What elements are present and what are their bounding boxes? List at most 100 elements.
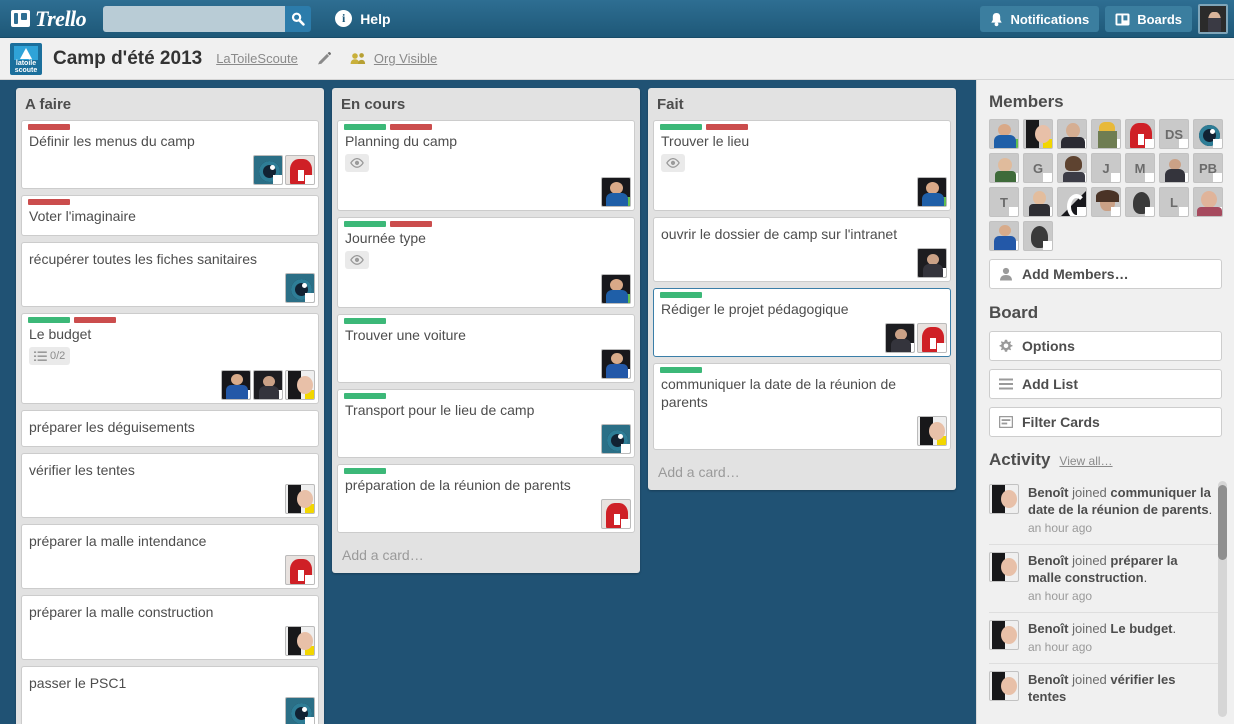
card[interactable]: Journée type <box>337 217 635 308</box>
card[interactable]: préparation de la réunion de parents <box>337 464 635 533</box>
card-label-red[interactable] <box>390 221 432 227</box>
member-avatar[interactable]: T <box>989 187 1019 217</box>
member-avatar[interactable] <box>1023 221 1053 251</box>
activity-avatar[interactable] <box>989 552 1019 582</box>
member-avatar[interactable] <box>1193 187 1223 217</box>
user-avatar[interactable] <box>1198 4 1228 34</box>
add-list-button[interactable]: Add List <box>989 369 1222 399</box>
add-card-button[interactable]: Add a card… <box>648 456 956 486</box>
card-label-red[interactable] <box>390 124 432 130</box>
card-label-green[interactable] <box>344 468 386 474</box>
member-avatar[interactable] <box>1159 153 1189 183</box>
member-avatar[interactable]: L <box>1159 187 1189 217</box>
list-title[interactable]: Fait <box>648 88 956 120</box>
avatar[interactable] <box>917 248 947 278</box>
activity-user[interactable]: Benoît <box>1028 672 1068 687</box>
avatar[interactable] <box>601 274 631 304</box>
edit-board-button[interactable] <box>316 51 332 67</box>
card[interactable]: Trouver le lieu <box>653 120 951 211</box>
card[interactable]: Définir les menus du camp <box>21 120 319 189</box>
card-label-green[interactable] <box>660 292 702 298</box>
activity-scrollbar-thumb[interactable] <box>1218 485 1227 560</box>
member-avatar[interactable] <box>1193 119 1223 149</box>
boards-button[interactable]: Boards <box>1105 6 1192 32</box>
card[interactable]: préparer la malle construction <box>21 595 319 660</box>
card-label-green[interactable] <box>344 318 386 324</box>
card[interactable]: préparer les déguisements <box>21 410 319 447</box>
avatar[interactable] <box>285 484 315 514</box>
member-avatar[interactable] <box>1091 187 1121 217</box>
card-label-green[interactable] <box>660 367 702 373</box>
member-avatar[interactable] <box>1023 119 1053 149</box>
board-organization-link[interactable]: LaToileScoute <box>216 51 298 66</box>
card-label-green[interactable] <box>660 124 702 130</box>
member-avatar[interactable]: G <box>1023 153 1053 183</box>
card[interactable]: vérifier les tentes <box>21 453 319 518</box>
board-options-button[interactable]: Options <box>989 331 1222 361</box>
card[interactable]: Trouver une voiture <box>337 314 635 383</box>
avatar[interactable] <box>253 370 283 400</box>
avatar[interactable] <box>285 155 315 185</box>
activity-scrollbar-track[interactable] <box>1218 481 1227 717</box>
member-avatar[interactable] <box>1125 119 1155 149</box>
member-avatar[interactable] <box>1091 119 1121 149</box>
notifications-button[interactable]: Notifications <box>980 6 1100 32</box>
member-avatar[interactable]: M <box>1125 153 1155 183</box>
card[interactable]: Le budget 0/2 <box>21 313 319 404</box>
avatar[interactable] <box>601 499 631 529</box>
activity-avatar[interactable] <box>989 620 1019 650</box>
member-avatar[interactable] <box>989 221 1019 251</box>
avatar[interactable] <box>885 323 915 353</box>
help-button[interactable]: i Help <box>335 10 391 27</box>
card-label-red[interactable] <box>74 317 116 323</box>
board-visibility-button[interactable]: Org Visible <box>350 51 437 66</box>
filter-cards-button[interactable]: Filter Cards <box>989 407 1222 437</box>
member-avatar[interactable]: PB <box>1193 153 1223 183</box>
member-avatar[interactable] <box>989 119 1019 149</box>
card-label-green[interactable] <box>28 317 70 323</box>
member-avatar[interactable]: DS <box>1159 119 1189 149</box>
card[interactable]: Voter l'imaginaire <box>21 195 319 236</box>
search-input[interactable] <box>103 5 286 32</box>
avatar[interactable] <box>285 370 315 400</box>
trello-logo[interactable]: Trello <box>11 6 87 32</box>
activity-user[interactable]: Benoît <box>1028 621 1068 636</box>
activity-avatar[interactable] <box>989 671 1019 701</box>
member-avatar[interactable] <box>1125 187 1155 217</box>
list-title[interactable]: A faire <box>16 88 324 120</box>
card-label-green[interactable] <box>344 221 386 227</box>
member-avatar[interactable] <box>989 153 1019 183</box>
avatar[interactable] <box>917 177 947 207</box>
avatar[interactable] <box>253 155 283 185</box>
card-label-red[interactable] <box>28 124 70 130</box>
avatar[interactable] <box>285 273 315 303</box>
member-avatar[interactable] <box>1023 187 1053 217</box>
avatar[interactable] <box>917 323 947 353</box>
list-title[interactable]: En cours <box>332 88 640 120</box>
member-avatar[interactable]: J <box>1091 153 1121 183</box>
card[interactable]: préparer la malle intendance <box>21 524 319 589</box>
member-avatar[interactable] <box>1057 153 1087 183</box>
card[interactable]: Transport pour le lieu de camp <box>337 389 635 458</box>
card-label-green[interactable] <box>344 124 386 130</box>
activity-user[interactable]: Benoît <box>1028 485 1068 500</box>
add-members-button[interactable]: Add Members… <box>989 259 1222 289</box>
avatar[interactable] <box>601 349 631 379</box>
avatar[interactable] <box>285 697 315 724</box>
avatar[interactable] <box>221 370 251 400</box>
card-label-red[interactable] <box>28 199 70 205</box>
card[interactable]: communiquer la date de la réunion de par… <box>653 363 951 450</box>
avatar[interactable] <box>917 416 947 446</box>
search-button[interactable] <box>285 5 312 32</box>
member-avatar[interactable] <box>1057 187 1087 217</box>
member-avatar[interactable] <box>1057 119 1087 149</box>
card[interactable]: Rédiger le projet pédagogique <box>653 288 951 357</box>
card[interactable]: récupérer toutes les fiches sanitaires <box>21 242 319 307</box>
avatar[interactable] <box>601 424 631 454</box>
card-label-green[interactable] <box>344 393 386 399</box>
avatar[interactable] <box>285 555 315 585</box>
activity-view-all-link[interactable]: View all… <box>1059 454 1112 468</box>
add-card-button[interactable]: Add a card… <box>332 539 640 569</box>
card[interactable]: passer le PSC1 <box>21 666 319 724</box>
activity-user[interactable]: Benoît <box>1028 553 1068 568</box>
